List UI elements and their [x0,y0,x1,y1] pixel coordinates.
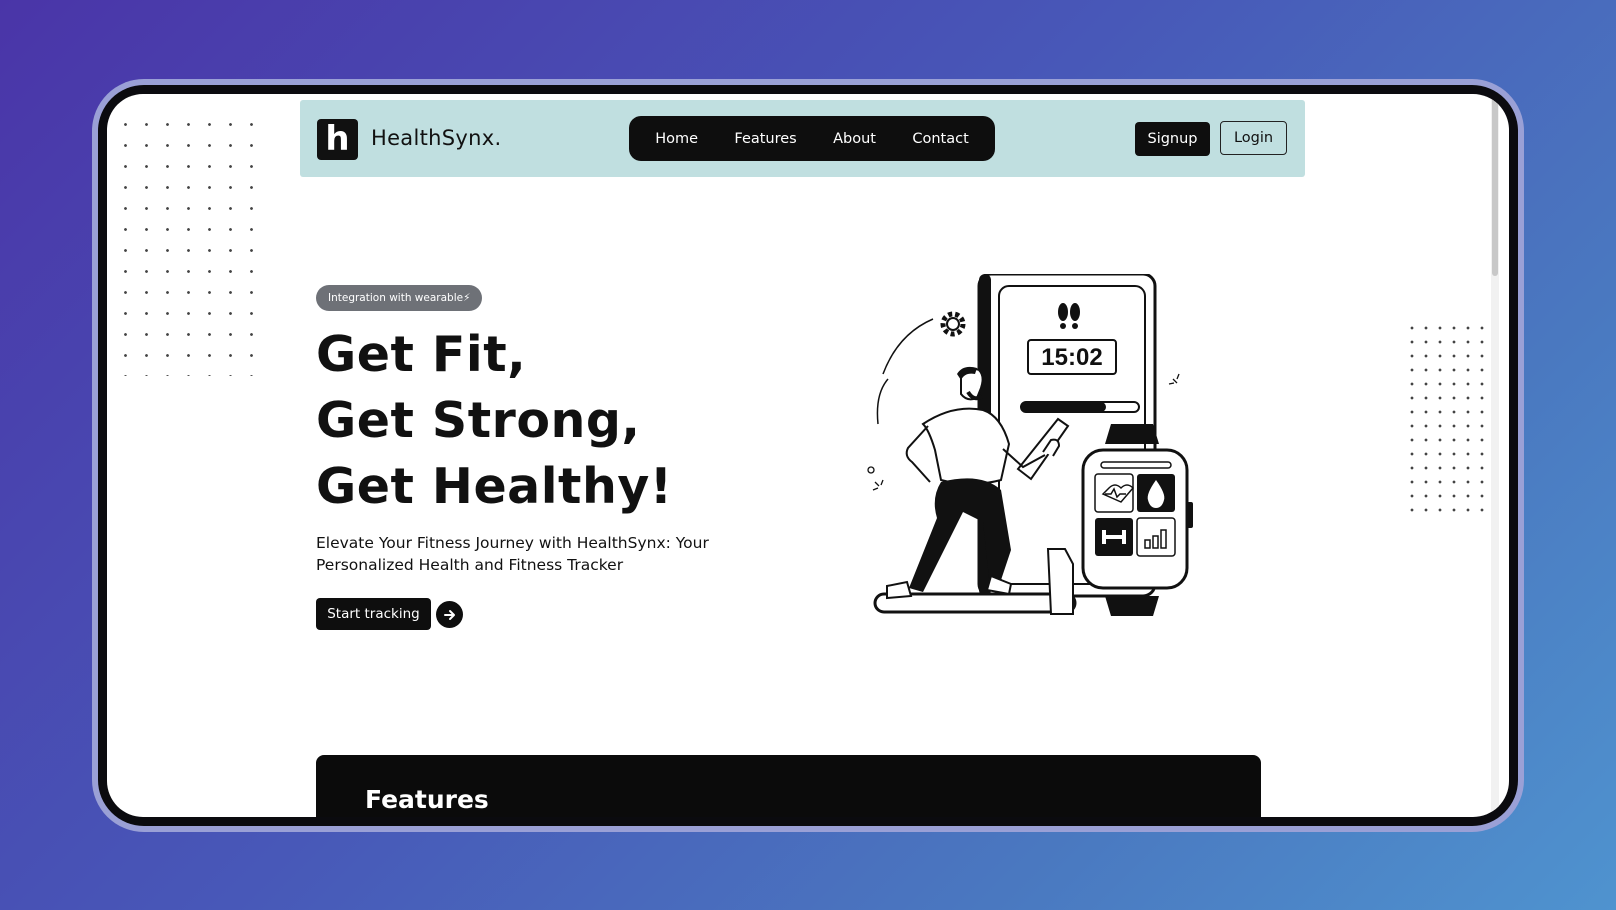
hero-subtitle: Elevate Your Fitness Journey with Health… [316,534,709,574]
start-tracking-button[interactable]: Start tracking [316,598,431,630]
hero-title-line-3: Get Healthy! [316,458,673,515]
progress-fill [1021,402,1106,412]
logo-icon[interactable]: h [317,119,358,160]
wearable-integration-badge: Integration with wearable⚡ [316,285,483,311]
hero-title-line-1: Get Fit, [316,326,527,383]
timer-display: 15:02 [1041,344,1102,371]
features-section: Features [316,755,1261,817]
nav-link-home[interactable]: Home [655,131,698,147]
decorative-dot-grid-left [115,114,253,376]
scrollbar-thumb[interactable] [1492,96,1498,276]
gear-icon [940,311,966,337]
signup-button[interactable]: Signup [1135,122,1210,156]
presentation-background: h HealthSynx. Home Features About Contac… [0,0,1616,910]
nav-link-about[interactable]: About [833,131,876,147]
hero-title-line-2: Get Strong, [316,392,641,449]
features-title: Features [365,785,489,814]
hero-title: Get Fit, Get Strong, Get Healthy! [316,322,673,520]
logo-letter: h [325,118,350,159]
smartwatch-illustration [1081,424,1193,616]
brand-name[interactable]: HealthSynx. [371,126,501,150]
browser-viewport: h HealthSynx. Home Features About Contac… [107,94,1509,817]
device-bezel: h HealthSynx. Home Features About Contac… [98,85,1518,826]
nav-menu: Home Features About Contact [629,116,995,161]
decorative-dot-grid-right [1405,321,1495,517]
arrow-right-icon[interactable] [436,601,463,628]
navbar: h HealthSynx. Home Features About Contac… [300,100,1305,177]
device-frame: h HealthSynx. Home Features About Contac… [92,79,1524,832]
nav-link-features[interactable]: Features [734,131,796,147]
nav-link-contact[interactable]: Contact [912,131,968,147]
fitness-illustration: 15:02 [867,274,1193,616]
login-button[interactable]: Login [1220,121,1287,155]
scrollbar[interactable] [1491,94,1499,817]
